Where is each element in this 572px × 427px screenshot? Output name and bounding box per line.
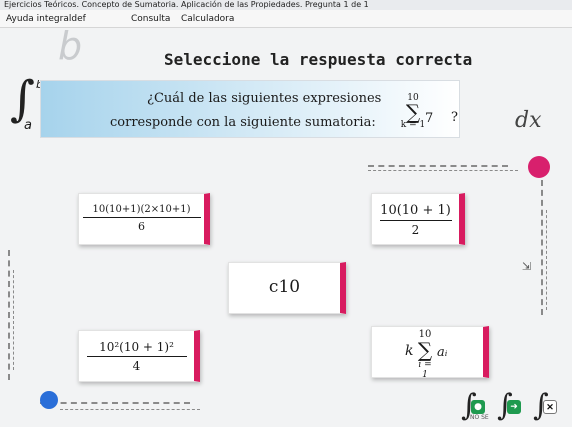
arrow-right-icon: ➜	[507, 400, 521, 414]
option-term: aᵢ	[437, 345, 448, 360]
question-line-1: ¿Cuál de las siguientes expresiones	[147, 91, 382, 106]
decorative-letter: b	[58, 24, 83, 68]
decor-dot-blue	[40, 391, 58, 409]
option-denominator: 2	[411, 223, 420, 237]
answer-option-3[interactable]: c10	[228, 262, 346, 314]
answer-option-2[interactable]: 10(10 + 1) 2	[371, 193, 465, 245]
menu-bar: Ayuda integraldef Consulta Calculadora	[0, 10, 572, 28]
option-text: c10	[268, 277, 301, 297]
sigma-icon: ∑	[405, 100, 421, 124]
check-button-label: NO SE	[470, 414, 489, 421]
divider-dash	[40, 402, 190, 404]
cursor-icon: ⇲	[522, 260, 532, 273]
divider-dash	[368, 170, 518, 171]
page-title: Seleccione la respuesta correcta	[164, 50, 473, 69]
sum-lower-limit: k = 1	[400, 120, 426, 130]
close-icon: ✕	[543, 400, 557, 414]
divider-dash	[60, 409, 200, 410]
divider-vertical-dash	[8, 250, 10, 380]
dx-decor: dx	[515, 108, 542, 133]
option-summation: 10 ∑ i = 1	[415, 330, 435, 381]
option-denominator: 4	[132, 359, 141, 373]
question-mark: ?	[451, 110, 458, 125]
sum-term: 7	[425, 111, 434, 126]
next-button[interactable]: ∫ ➜	[497, 388, 527, 423]
window-title: Ejercicios Teóricos. Concepto de Sumator…	[0, 0, 572, 10]
option-numerator: 10²(10 + 1)²	[86, 340, 187, 357]
menu-item-calculadora[interactable]: Calculadora	[181, 10, 234, 28]
answer-option-1[interactable]: 10(10+1)(2×10+1) 6	[78, 193, 210, 245]
integral-lower-limit: a	[24, 118, 32, 133]
menu-item-consulta[interactable]: Consulta	[131, 10, 170, 28]
divider-vertical-dash	[13, 270, 14, 370]
sigma-icon: ∑	[417, 338, 433, 362]
integral-icon: ∫	[10, 71, 36, 127]
divider-vertical-dash	[541, 180, 543, 315]
question-line-2: corresponde con la siguiente sumatoria:	[110, 115, 376, 130]
answer-option-5[interactable]: k 10 ∑ i = 1 aᵢ	[371, 326, 489, 381]
option-denominator: 6	[138, 220, 145, 233]
question-summation: 10 ∑ k = 1	[400, 94, 426, 130]
option-prefix: k	[405, 343, 414, 359]
sum-lower-limit: i = 1	[418, 360, 432, 380]
divider-dash	[368, 165, 508, 167]
answer-option-4[interactable]: 10²(10 + 1)² 4	[78, 330, 200, 382]
check-icon: ●	[471, 400, 485, 414]
decor-dot-red	[528, 156, 550, 178]
close-button[interactable]: ∫ ✕	[533, 388, 563, 423]
option-numerator: 10(10+1)(2×10+1)	[82, 204, 201, 218]
divider-vertical-dash	[546, 210, 547, 310]
option-numerator: 10(10 + 1)	[379, 203, 452, 221]
